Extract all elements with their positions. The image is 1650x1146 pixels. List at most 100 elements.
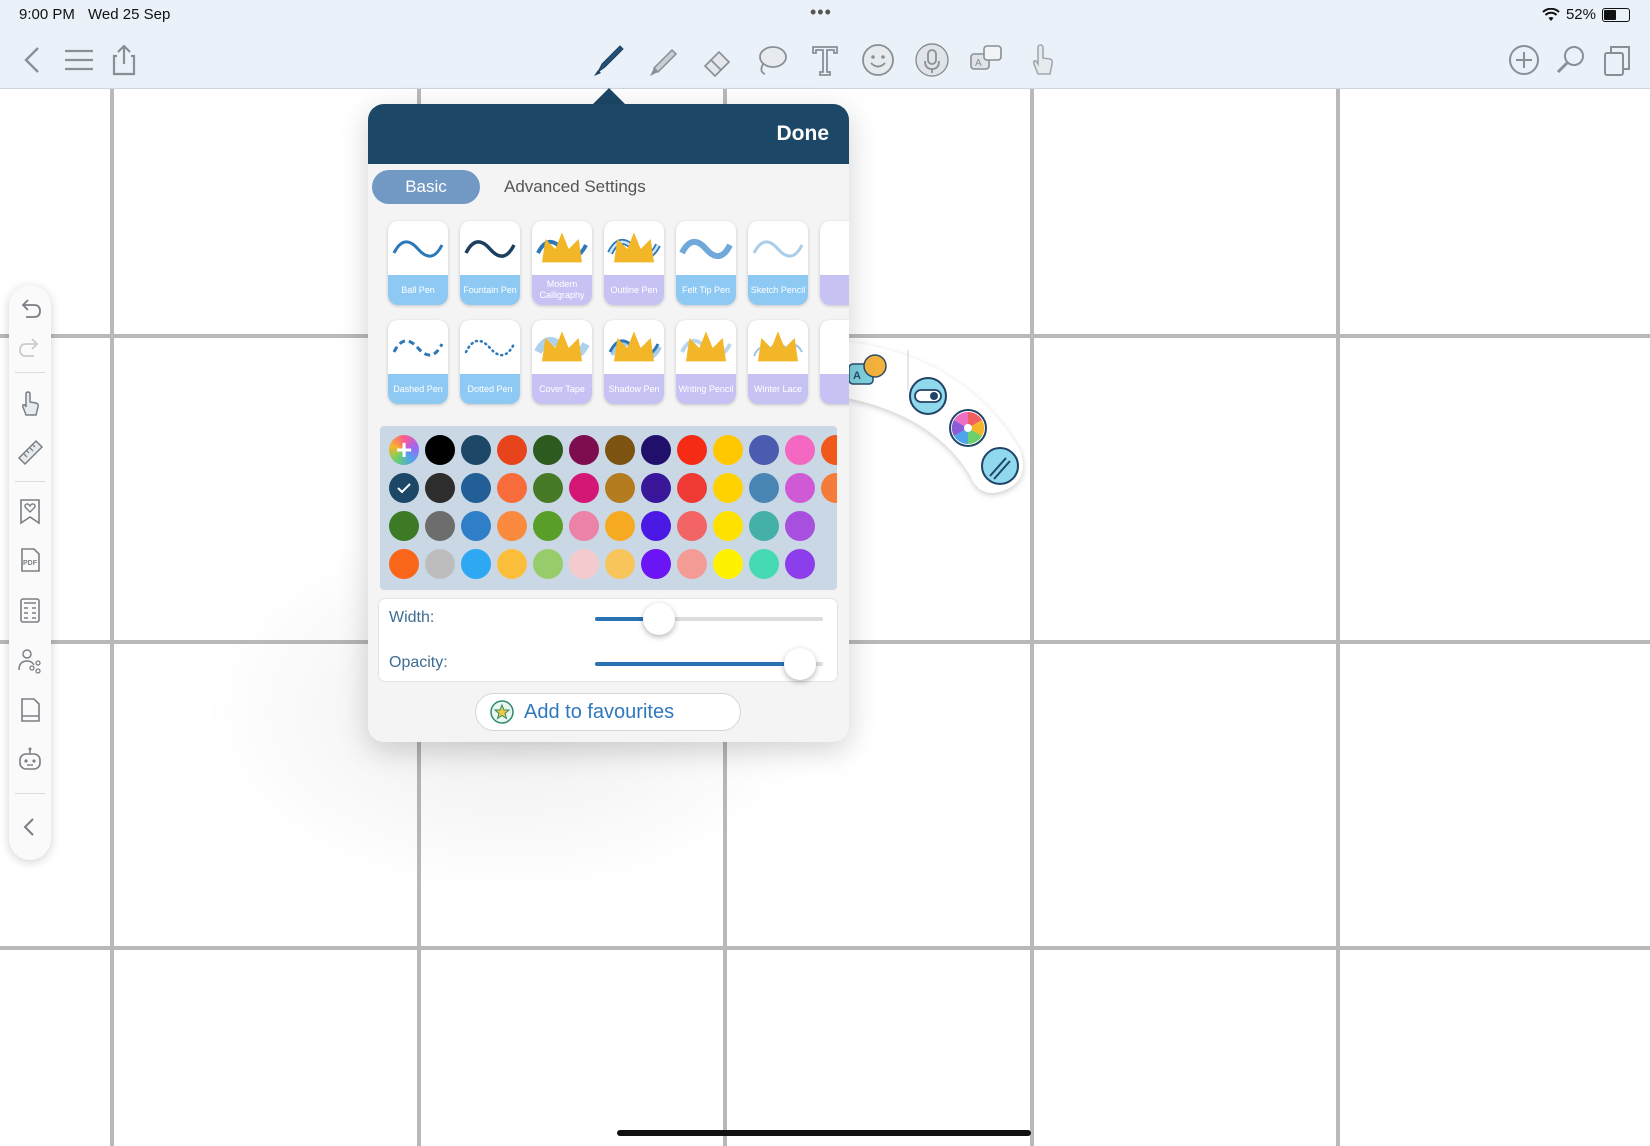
color-swatch[interactable] <box>389 511 419 541</box>
pen-type-ball-pen[interactable]: Ball Pen <box>388 221 448 305</box>
color-swatch[interactable] <box>497 511 527 541</box>
toggle-icon[interactable] <box>909 377 947 415</box>
pen-type-more[interactable] <box>820 221 849 305</box>
color-swatch[interactable] <box>461 511 491 541</box>
pen-type-dashed-pen[interactable]: Dashed Pen <box>388 320 448 404</box>
color-swatch[interactable] <box>749 511 779 541</box>
width-slider-thumb[interactable] <box>642 603 675 635</box>
pages-icon[interactable] <box>1597 40 1637 80</box>
color-swatch[interactable] <box>677 435 707 465</box>
color-swatch[interactable] <box>497 473 527 503</box>
color-swatch[interactable] <box>461 549 491 579</box>
redo-icon[interactable] <box>15 333 45 363</box>
pen-type-more[interactable] <box>820 320 849 404</box>
opacity-slider[interactable] <box>595 648 823 680</box>
search-icon[interactable] <box>1551 40 1591 80</box>
color-swatch[interactable] <box>677 511 707 541</box>
calculator-icon[interactable] <box>15 595 45 625</box>
color-swatch[interactable] <box>425 473 455 503</box>
favorite-bookmark-icon[interactable] <box>15 496 45 526</box>
color-swatch[interactable] <box>641 549 671 579</box>
color-swatch[interactable] <box>713 511 743 541</box>
pdf-icon[interactable]: PDF <box>15 545 45 575</box>
pen-type-modern-calligraphy[interactable]: Modern Calligraphy <box>532 221 592 305</box>
color-swatch[interactable] <box>641 511 671 541</box>
add-page-icon[interactable] <box>1504 40 1544 80</box>
hand-icon[interactable] <box>15 388 45 418</box>
color-swatch[interactable] <box>533 435 563 465</box>
pen-type-winter-lace[interactable]: Winter Lace <box>748 320 808 404</box>
microphone-icon[interactable] <box>912 40 952 80</box>
pen-icon[interactable] <box>588 40 628 80</box>
color-swatch[interactable] <box>569 473 599 503</box>
color-swatch[interactable] <box>821 435 837 465</box>
quick-arc-menu[interactable]: A <box>820 330 1030 520</box>
pen-type-sketch-pencil[interactable]: Sketch Pencil <box>748 221 808 305</box>
color-swatch[interactable] <box>497 435 527 465</box>
width-slider[interactable] <box>595 603 823 635</box>
color-swatch[interactable] <box>569 435 599 465</box>
tab-advanced-settings[interactable]: Advanced Settings <box>504 177 646 197</box>
robot-icon[interactable] <box>15 745 45 775</box>
pen-settings-icon[interactable] <box>981 447 1019 485</box>
ruler-icon[interactable] <box>15 437 45 467</box>
multitask-dots-icon[interactable]: ••• <box>810 2 832 23</box>
color-swatch[interactable] <box>533 549 563 579</box>
color-swatch[interactable] <box>713 549 743 579</box>
undo-icon[interactable] <box>15 294 45 324</box>
color-swatch[interactable] <box>641 435 671 465</box>
color-swatch[interactable] <box>605 511 635 541</box>
text-icon[interactable] <box>805 40 845 80</box>
color-swatch[interactable] <box>785 435 815 465</box>
collapse-icon[interactable] <box>15 812 45 842</box>
color-wheel-icon[interactable] <box>949 409 987 447</box>
color-swatch[interactable] <box>749 549 779 579</box>
menu-icon[interactable] <box>59 40 99 80</box>
sticker-icon[interactable] <box>858 40 898 80</box>
color-swatch[interactable] <box>497 549 527 579</box>
tab-basic[interactable]: Basic <box>372 170 480 204</box>
color-swatch[interactable] <box>533 473 563 503</box>
translate-icon[interactable]: A <box>966 40 1006 80</box>
color-swatch[interactable] <box>785 549 815 579</box>
add-to-favourites-button[interactable]: Add to favourites <box>476 694 740 730</box>
pen-type-fountain-pen[interactable]: Fountain Pen <box>460 221 520 305</box>
color-swatch[interactable] <box>425 549 455 579</box>
color-swatch[interactable] <box>677 473 707 503</box>
pen-type-writing-pencil[interactable]: Writing Pencil <box>676 320 736 404</box>
color-swatch[interactable] <box>677 549 707 579</box>
color-swatch[interactable] <box>569 549 599 579</box>
color-swatch[interactable] <box>749 473 779 503</box>
share-icon[interactable] <box>104 40 144 80</box>
color-swatch[interactable] <box>389 549 419 579</box>
share-user-icon[interactable] <box>15 645 45 675</box>
pen-type-shadow-pen[interactable]: Shadow Pen <box>604 320 664 404</box>
add-color-button[interactable]: + <box>389 435 419 465</box>
pen-type-felt-tip-pen[interactable]: Felt Tip Pen <box>676 221 736 305</box>
pen-type-dotted-pen[interactable]: Dotted Pen <box>460 320 520 404</box>
color-swatch[interactable] <box>785 511 815 541</box>
color-swatch[interactable] <box>569 511 599 541</box>
color-swatch-selected[interactable] <box>389 473 419 503</box>
color-swatch[interactable] <box>785 473 815 503</box>
home-indicator[interactable] <box>617 1130 1031 1136</box>
opacity-slider-thumb[interactable] <box>784 648 817 680</box>
color-swatch[interactable] <box>713 473 743 503</box>
color-swatch[interactable] <box>605 549 635 579</box>
hand-icon[interactable] <box>1022 40 1062 80</box>
eraser-icon[interactable] <box>697 40 737 80</box>
back-icon[interactable] <box>14 40 54 80</box>
color-swatch[interactable] <box>605 435 635 465</box>
pen-type-outline-pen[interactable]: Outline Pen <box>604 221 664 305</box>
lasso-icon[interactable] <box>751 40 791 80</box>
color-swatch[interactable] <box>821 473 837 503</box>
pen-type-cover-tape[interactable]: Cover Tape <box>532 320 592 404</box>
highlighter-icon[interactable] <box>643 40 683 80</box>
color-swatch[interactable] <box>533 511 563 541</box>
color-swatch[interactable] <box>605 473 635 503</box>
color-swatch[interactable] <box>749 435 779 465</box>
color-swatch[interactable] <box>425 511 455 541</box>
done-button[interactable]: Done <box>777 122 830 146</box>
color-swatch[interactable] <box>461 435 491 465</box>
color-swatch[interactable] <box>641 473 671 503</box>
